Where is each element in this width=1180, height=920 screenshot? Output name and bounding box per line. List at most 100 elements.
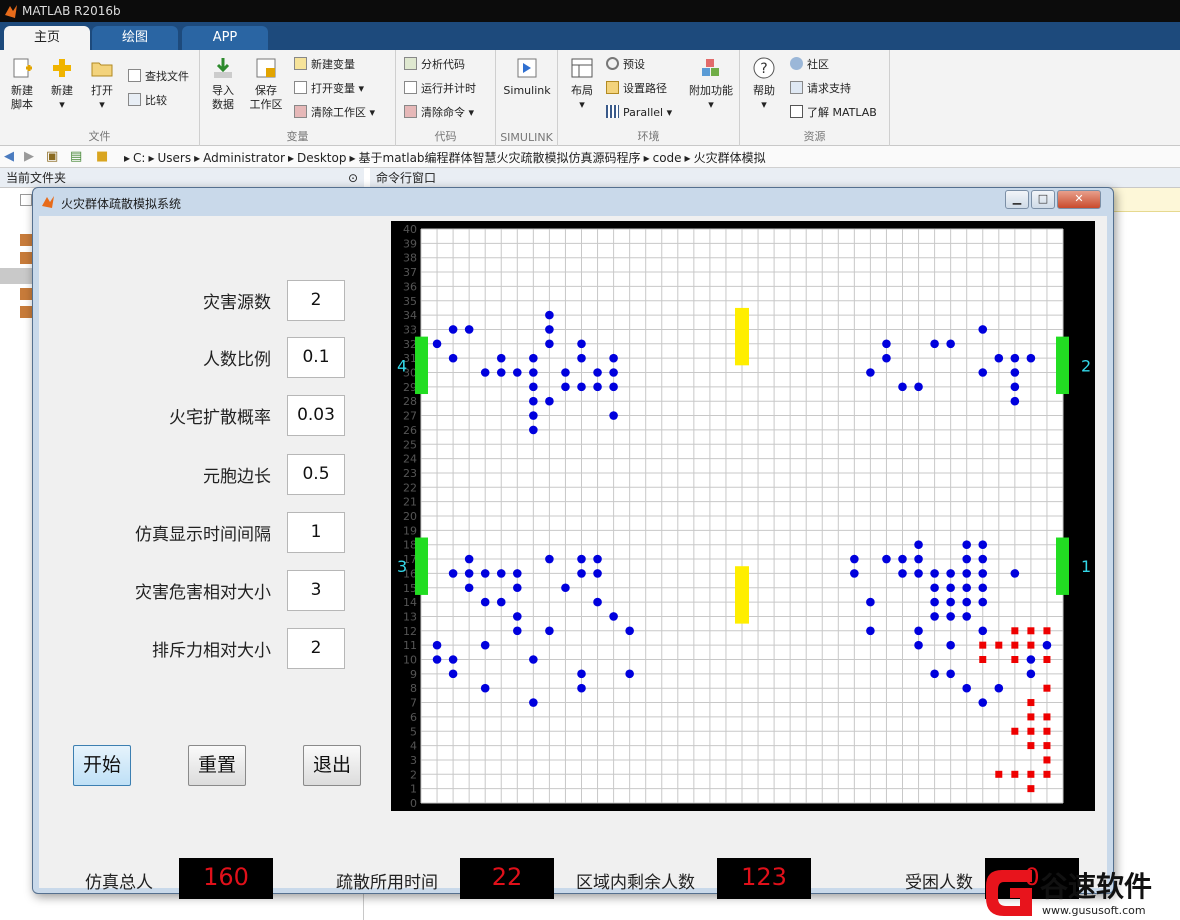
set-path-button[interactable]: 设置路径 [606,80,667,98]
y-tick-label: 27 [403,410,417,423]
person-dot [882,339,891,349]
person-dot [448,655,458,664]
param-input[interactable]: 2 [287,280,345,321]
person-dot [866,368,875,377]
fire-cell [1011,641,1019,649]
person-dot [593,597,602,607]
y-tick-label: 22 [403,481,417,494]
y-tick-label: 29 [403,381,417,394]
ribbon: 新建 脚本 新建 ▾ 打开 ▾ 查找文件 比较 文件 导入 数据 保存 工作区 新建变量 … [0,50,1180,146]
param-input[interactable]: 1 [287,512,345,553]
tab-apps[interactable]: APP [182,26,268,50]
fire-cell [1043,656,1051,663]
clear-commands-icon [404,105,417,118]
simulink-button[interactable]: Simulink [500,56,554,98]
fire-cell [1043,627,1051,635]
gususoft-watermark: 谷速软件 www.gususoft.com [980,864,1180,920]
compare-button[interactable]: 比较 [128,92,167,110]
person-dot [529,698,538,707]
breadcrumb-item[interactable]: C: [133,151,145,165]
param-input[interactable]: 0.1 [287,337,345,378]
file-row-selected[interactable] [0,268,32,284]
open-variable-button[interactable]: 打开变量 ▾ [294,80,364,98]
person-dot [978,597,988,607]
person-dot [930,583,939,593]
file-icon [20,194,32,206]
y-tick-label: 8 [410,682,417,695]
y-tick-label: 2 [410,768,417,781]
start-button[interactable]: 开始 [73,745,131,786]
addons-button[interactable]: 附加功能 ▾ [684,56,738,112]
y-tick-label: 24 [403,453,417,466]
community-button[interactable]: 社区 [790,56,829,74]
open-button[interactable]: 打开 ▾ [84,56,120,112]
person-dot [1026,655,1036,664]
person-dot [946,640,955,650]
param-input[interactable]: 0.5 [287,454,345,495]
maximize-button[interactable]: □ [1031,190,1055,209]
y-tick-label: 9 [410,668,417,681]
y-tick-label: 23 [403,467,417,480]
person-dot [432,655,442,664]
reset-button[interactable]: 重置 [188,745,246,786]
param-input[interactable]: 0.03 [287,395,345,436]
forward-arrow-icon[interactable]: ▶ [24,149,34,164]
command-window-header: 命令行窗口 [370,168,1180,188]
fire-cell [1027,770,1035,778]
person-dot [914,626,923,636]
minimize-button[interactable]: ▁ [1005,190,1029,209]
tab-plots[interactable]: 绘图 [92,26,178,50]
save-workspace-button[interactable]: 保存 工作区 [246,56,286,112]
breadcrumb-item[interactable]: 基于matlab编程群体智慧火灾疏散模拟仿真源码程序 [359,151,641,165]
breadcrumb-item[interactable]: Desktop [297,151,347,165]
person-dot [529,382,538,392]
browse-folder-icon[interactable]: ▤ [70,149,82,164]
clear-commands-button[interactable]: 清除命令 ▾ [404,104,474,122]
param-input[interactable]: 2 [287,628,345,669]
up-folder-icon[interactable]: ▣ [46,149,58,164]
analyze-code-button[interactable]: 分析代码 [404,56,465,74]
breadcrumb-item[interactable]: Users [157,151,191,165]
import-data-button[interactable]: 导入 数据 [204,56,242,112]
new-variable-button[interactable]: 新建变量 [294,56,355,74]
tab-home[interactable]: 主页 [4,26,90,50]
request-support-button[interactable]: 请求支持 [790,80,851,98]
new-button[interactable]: 新建 ▾ [44,56,80,112]
person-dot [930,612,939,621]
param-input[interactable]: 3 [287,570,345,611]
y-tick-label: 28 [403,395,417,408]
preferences-button[interactable]: 预设 [606,56,645,74]
section-label-file: 文件 [88,130,111,143]
person-dot [513,569,522,578]
clear-workspace-button[interactable]: 清除工作区 ▾ [294,104,375,122]
person-dot [978,540,988,549]
person-dot [609,368,618,377]
person-dot [480,640,490,650]
parallel-button[interactable]: Parallel ▾ [606,104,672,122]
back-arrow-icon[interactable]: ◀ [4,149,14,164]
file-icon [20,288,32,300]
app-title: MATLAB R2016b [22,4,121,18]
section-label-resources: 资源 [803,130,826,143]
section-label-variable: 变量 [286,130,309,143]
find-files-button[interactable]: 查找文件 [128,68,189,86]
y-tick-label: 26 [403,424,417,437]
chevron-down-icon[interactable]: ⊙ [348,168,358,188]
help-button[interactable]: ? 帮助 ▾ [746,56,782,112]
file-icon [20,306,32,318]
layout-button[interactable]: 布局 ▾ [564,56,600,112]
y-tick-label: 15 [403,582,417,595]
fire-cell [1043,756,1051,764]
breadcrumb-item[interactable]: code [653,151,682,165]
new-script-button[interactable]: 新建 脚本 [4,56,40,112]
person-dot [962,583,971,593]
run-and-time-button[interactable]: 运行并计时 [404,80,476,98]
breadcrumb-item[interactable]: Administrator [203,151,285,165]
fire-cell [1043,742,1051,750]
exit-button[interactable]: 退出 [303,745,361,786]
breadcrumb-item[interactable]: 火灾群体模拟 [694,151,766,165]
learn-matlab-button[interactable]: 了解 MATLAB [790,104,877,122]
stat-value-remaining: 123 [717,858,811,899]
y-tick-label: 39 [403,237,417,250]
close-button[interactable]: ✕ [1057,190,1101,209]
